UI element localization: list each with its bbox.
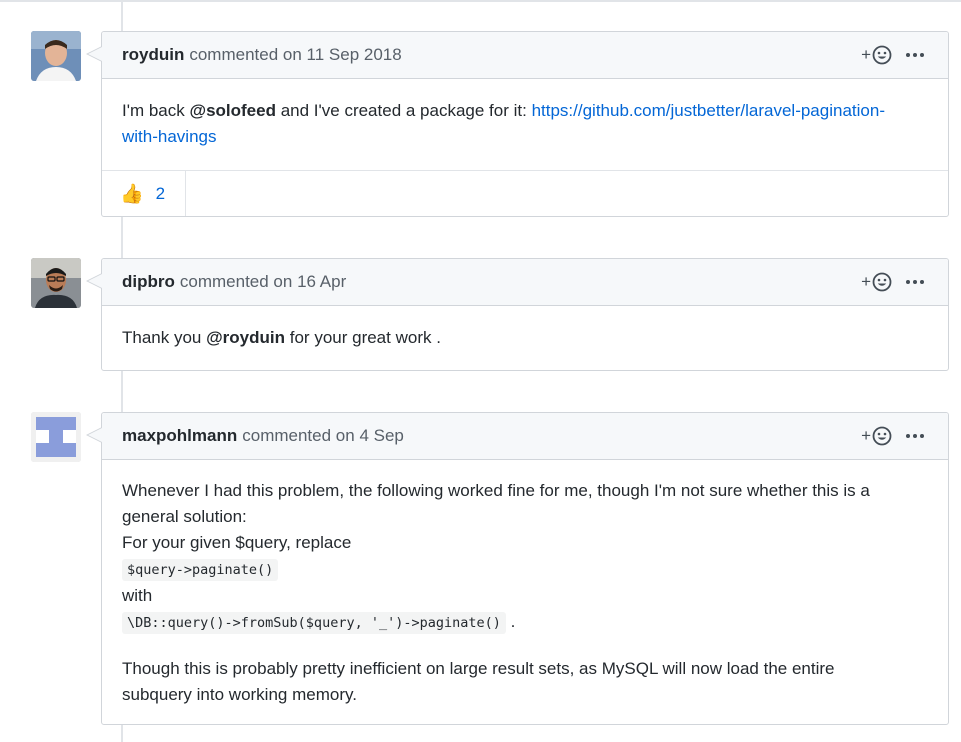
avatar[interactable] [31,31,81,81]
more-options-button[interactable] [906,426,924,446]
add-reaction-button[interactable]: + [861,272,892,292]
comment-header: maxpohlmann commented on 4 Sep + [102,413,948,460]
add-reaction-button[interactable]: + [861,45,892,65]
avatar[interactable] [31,412,81,462]
comment-meta: commented on 4 Sep [242,426,404,445]
avatar[interactable] [31,258,81,308]
thumbs-up-icon: 👍 [120,183,144,205]
user-mention[interactable]: @solofeed [190,101,276,120]
smiley-icon [872,272,892,292]
code-snippet: \DB::query()->fromSub($query, '_')->pagi… [122,612,506,634]
more-options-button[interactable] [906,45,924,65]
comment-header: royduin commented on 11 Sep 2018 + [102,32,948,79]
comment-author[interactable]: royduin [122,45,184,65]
thumbs-up-reaction[interactable]: 👍 2 [102,171,187,216]
reactions-bar: 👍 2 [102,170,948,216]
comment-box: royduin commented on 11 Sep 2018 + I'm b… [86,31,949,217]
code-snippet: $query->paginate() [122,559,279,581]
comment-box: dipbro commented on 16 Apr + Thank you @… [86,258,949,371]
comment-body: Whenever I had this problem, the followi… [122,481,870,704]
reaction-count: 2 [155,183,166,203]
comment-date[interactable]: 4 Sep [359,426,403,445]
comment-date[interactable]: 16 Apr [297,272,346,291]
smiley-icon [872,45,892,65]
comment-box: maxpohlmann commented on 4 Sep + Wheneve… [86,412,949,725]
top-divider [0,0,961,2]
comment-meta: commented on 16 Apr [179,272,347,291]
comment-body: Thank you @royduin for your great work . [122,328,441,347]
comment-author[interactable]: maxpohlmann [122,426,237,446]
user-mention[interactable]: @royduin [206,328,285,347]
kebab-horizontal-icon [906,53,924,57]
comment-header: dipbro commented on 16 Apr + [102,259,948,306]
comment-date[interactable]: 11 Sep 2018 [307,45,402,64]
comment-body: I'm back @solofeed and I've created a pa… [122,101,885,146]
kebab-horizontal-icon [906,434,924,438]
smiley-icon [872,426,892,446]
comment-meta: commented on 11 Sep 2018 [189,45,402,64]
kebab-horizontal-icon [906,280,924,284]
comment-author[interactable]: dipbro [122,272,175,292]
more-options-button[interactable] [906,272,924,292]
add-reaction-button[interactable]: + [861,426,892,446]
